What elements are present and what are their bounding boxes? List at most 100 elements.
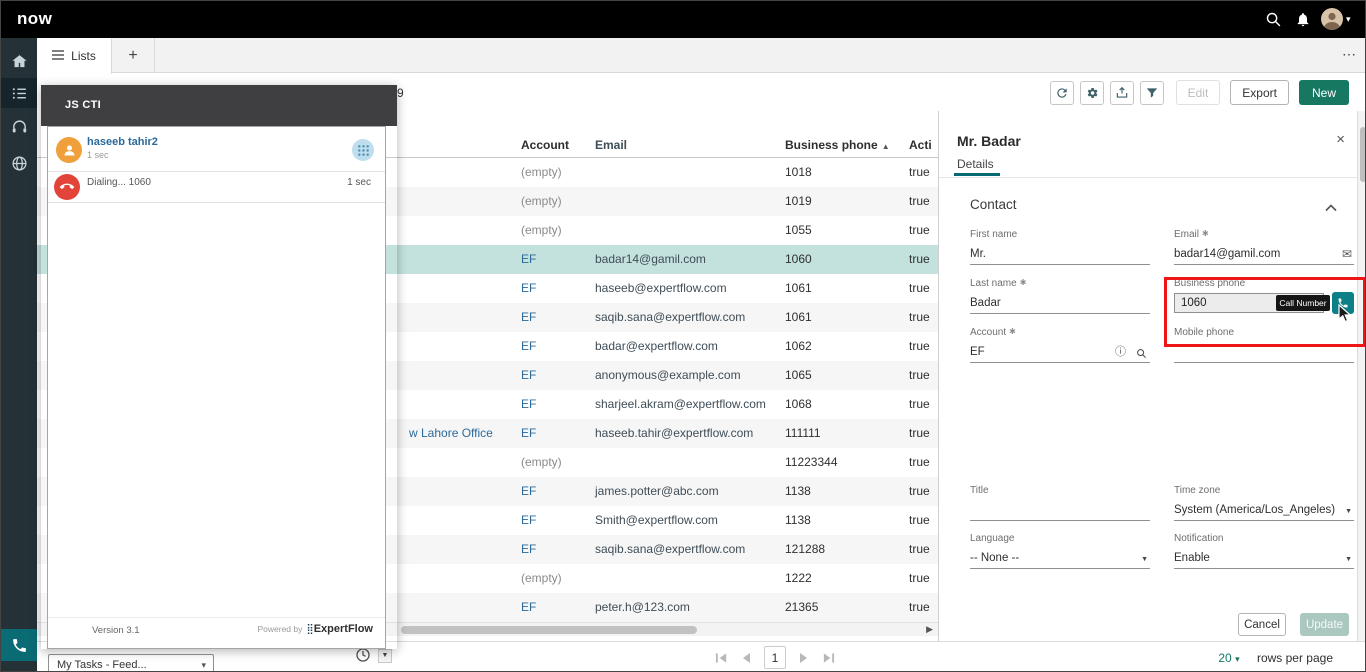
horizontal-scrollbar-thumb[interactable] <box>401 626 697 634</box>
cell-account[interactable]: EF <box>521 419 536 448</box>
title-input[interactable] <box>970 500 1150 521</box>
scroll-down-button[interactable]: ▼ <box>378 649 392 663</box>
refresh-button[interactable] <box>1050 81 1074 105</box>
email-input[interactable]: badar14@gamil.com✉ <box>1174 244 1354 265</box>
close-icon[interactable]: × <box>1336 131 1345 148</box>
cell-email[interactable]: haseeb@expertflow.com <box>595 274 727 303</box>
filter-funnel-icon[interactable] <box>1140 81 1164 105</box>
cell-location-fragment[interactable]: w Lahore Office <box>409 419 493 448</box>
vertical-scrollbar-thumb[interactable] <box>1360 127 1366 182</box>
field-first-name: First name Mr. <box>970 229 1150 265</box>
cell-account[interactable]: EF <box>521 245 536 274</box>
new-tab-button[interactable]: + <box>112 38 155 73</box>
cti-contact-row[interactable]: haseeb tahir2 1 sec <box>48 130 385 172</box>
cell-email[interactable]: haseeb.tahir@expertflow.com <box>595 419 753 448</box>
cell-active: true <box>909 187 930 216</box>
top-header: now ▾ <box>1 1 1366 38</box>
mobile-phone-input[interactable] <box>1174 342 1354 363</box>
column-header-email[interactable]: Email <box>595 138 627 152</box>
notifications-bell-icon[interactable] <box>1295 11 1313 29</box>
cell-account[interactable]: (empty) <box>521 158 562 187</box>
sidebar-item-home[interactable] <box>1 46 37 76</box>
settings-gear-icon[interactable] <box>1080 81 1104 105</box>
user-avatar[interactable] <box>1321 8 1343 30</box>
required-icon: ✱ <box>1202 229 1209 238</box>
sidebar-item-lists[interactable] <box>1 78 37 108</box>
search-icon[interactable] <box>1265 11 1283 29</box>
cell-account[interactable]: EF <box>521 506 536 535</box>
page-number-box[interactable]: 1 <box>764 646 786 669</box>
field-time-zone: Time zone System (America/Los_Angeles)▼ <box>1174 485 1354 521</box>
required-icon: ✱ <box>1020 278 1027 287</box>
first-page-icon[interactable] <box>715 652 728 664</box>
cancel-button[interactable]: Cancel <box>1238 613 1286 636</box>
cell-account[interactable]: (empty) <box>521 187 562 216</box>
update-button[interactable]: Update <box>1300 613 1349 636</box>
clock-icon[interactable] <box>355 647 371 668</box>
field-label: Email✱ <box>1174 229 1354 242</box>
cell-active: true <box>909 448 930 477</box>
export-button[interactable]: Export <box>1230 80 1289 105</box>
cell-account[interactable]: EF <box>521 303 536 332</box>
cell-account[interactable]: EF <box>521 477 536 506</box>
cell-email[interactable]: saqib.sana@expertflow.com <box>595 535 745 564</box>
previous-page-icon[interactable] <box>741 652 751 664</box>
cell-account[interactable]: EF <box>521 535 536 564</box>
first-name-input[interactable]: Mr. <box>970 244 1150 265</box>
user-menu-caret-icon[interactable]: ▾ <box>1346 14 1351 25</box>
tab-lists[interactable]: Lists <box>37 38 112 74</box>
new-button[interactable]: New <box>1299 80 1349 105</box>
vertical-scrollbar[interactable] <box>1357 111 1366 641</box>
contact-name[interactable]: haseeb tahir2 <box>87 136 158 148</box>
cell-account[interactable]: (empty) <box>521 448 562 477</box>
cell-account[interactable]: (empty) <box>521 564 562 593</box>
cell-account[interactable]: EF <box>521 390 536 419</box>
tab-details[interactable]: Details <box>957 157 994 171</box>
account-input[interactable]: EFⓘ <box>970 342 1150 363</box>
cell-email[interactable]: saqib.sana@expertflow.com <box>595 303 745 332</box>
info-icon[interactable]: ⓘ <box>1115 342 1126 363</box>
cell-email[interactable]: peter.h@123.com <box>595 593 690 622</box>
cell-account[interactable]: EF <box>521 593 536 622</box>
hang-up-phone-icon[interactable] <box>54 174 80 200</box>
cti-call-row[interactable]: Dialing... 1060 1 sec <box>48 172 385 203</box>
cell-email[interactable]: james.potter@abc.com <box>595 477 719 506</box>
cell-account[interactable]: EF <box>521 274 536 303</box>
last-name-input[interactable]: Badar <box>970 293 1150 314</box>
sidebar-item-globe[interactable] <box>1 148 37 178</box>
cell-email[interactable]: sharjeel.akram@expertflow.com <box>595 390 766 419</box>
scroll-right-icon[interactable]: ▶ <box>926 624 933 635</box>
envelope-icon[interactable]: ✉ <box>1342 244 1352 265</box>
cell-email[interactable]: badar@expertflow.com <box>595 332 718 361</box>
notification-select[interactable]: Enable▼ <box>1174 548 1354 569</box>
reference-search-icon[interactable] <box>1136 346 1147 367</box>
dialpad-icon[interactable] <box>352 139 374 161</box>
tasks-list-selector[interactable]: My Tasks - Feed... ▾ <box>48 654 214 672</box>
field-label: Title <box>970 485 1150 498</box>
chevron-up-icon[interactable] <box>1325 199 1337 217</box>
edit-button[interactable]: Edit <box>1176 80 1221 105</box>
export-share-icon[interactable] <box>1110 81 1134 105</box>
cell-account[interactable]: EF <box>521 361 536 390</box>
cell-account[interactable]: EF <box>521 332 536 361</box>
cell-email[interactable]: badar14@gamil.com <box>595 245 706 274</box>
call-phone-button[interactable] <box>1332 292 1354 314</box>
field-label: First name <box>970 229 1150 242</box>
sidebar-item-agent-headset[interactable] <box>1 112 37 142</box>
column-header-account[interactable]: Account <box>521 138 569 152</box>
sidebar-item-phone[interactable] <box>1 629 37 661</box>
last-page-icon[interactable] <box>822 652 835 664</box>
section-contact-header[interactable]: Contact <box>970 197 1017 212</box>
column-header-business-phone[interactable]: Business phone▲ <box>785 138 890 152</box>
caret-down-icon: ▼ <box>1345 549 1352 570</box>
column-header-active[interactable]: Acti <box>909 138 932 152</box>
next-page-icon[interactable] <box>799 652 809 664</box>
language-select[interactable]: -- None --▼ <box>970 548 1150 569</box>
cell-business-phone: 1138 <box>785 506 811 535</box>
cell-email[interactable]: Smith@expertflow.com <box>595 506 718 535</box>
rows-per-page-select[interactable]: 20 ▾ <box>1218 651 1239 665</box>
cell-account[interactable]: (empty) <box>521 216 562 245</box>
cell-email[interactable]: anonymous@example.com <box>595 361 741 390</box>
tab-overflow-button[interactable]: ⋯ <box>1342 46 1357 63</box>
time-zone-select[interactable]: System (America/Los_Angeles)▼ <box>1174 500 1354 521</box>
